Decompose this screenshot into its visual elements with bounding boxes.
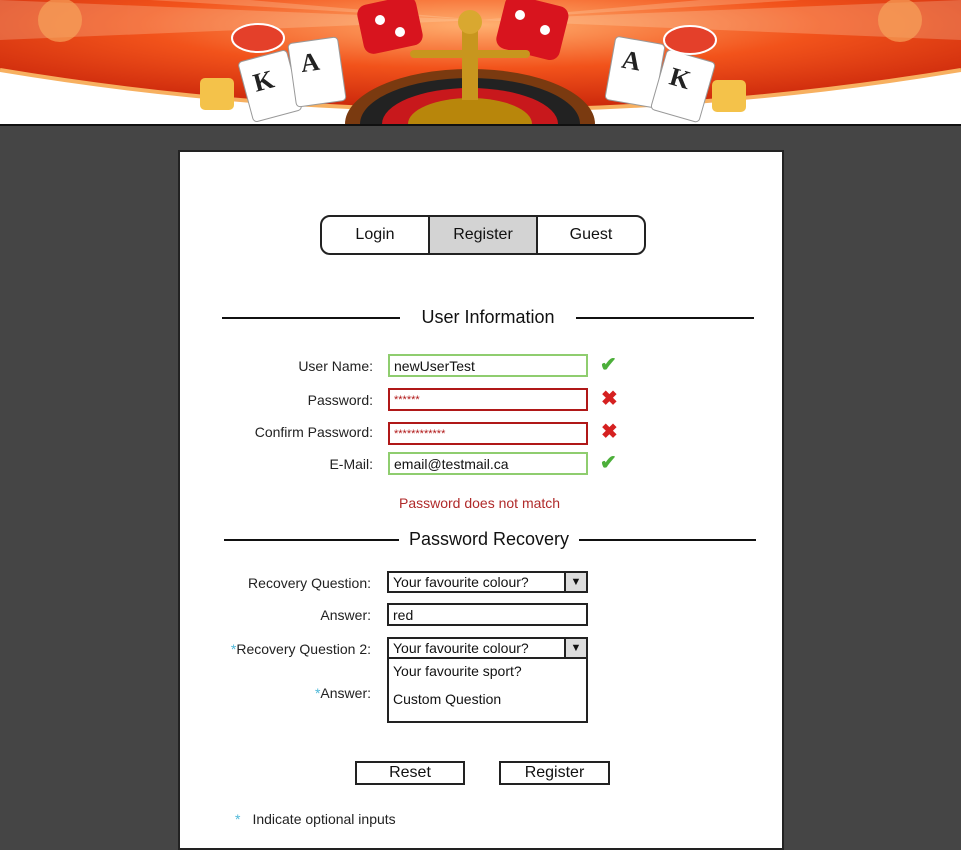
- email-label: E-Mail:: [329, 456, 373, 472]
- password-input[interactable]: [388, 388, 588, 411]
- recovery-question-2-select[interactable]: Your favourite colour? ▼: [387, 637, 588, 659]
- answer-input[interactable]: [387, 603, 588, 626]
- confirm-password-label: Confirm Password:: [254, 424, 373, 440]
- recovery-question-select[interactable]: Your favourite colour? ▼: [387, 571, 588, 593]
- section-divider-right: [576, 317, 754, 319]
- recovery-question-2-value: Your favourite colour?: [393, 640, 529, 656]
- password-label: Password:: [307, 392, 373, 408]
- section-divider-right: [579, 539, 756, 541]
- recovery-question-2-options: Your favourite sport? Custom Question: [387, 659, 588, 723]
- cross-icon: ✖: [601, 388, 618, 410]
- casino-banner-art: K A A K: [0, 0, 961, 124]
- recovery-question-value: Your favourite colour?: [393, 574, 529, 590]
- answer-2-text: Answer:: [320, 685, 371, 701]
- confirm-password-input[interactable]: [388, 422, 588, 445]
- answer-2-label: *Answer:: [220, 685, 371, 701]
- recovery-question-label: Recovery Question:: [248, 575, 371, 591]
- tab-guest[interactable]: Guest: [538, 217, 644, 253]
- register-button[interactable]: Register: [499, 761, 610, 785]
- section-title-user-information: User Information: [421, 307, 555, 327]
- check-icon: ✔: [600, 452, 617, 474]
- auth-tabs: Login Register Guest: [320, 215, 646, 255]
- register-panel: Login Register Guest User Information Us…: [178, 150, 784, 850]
- tab-login[interactable]: Login: [322, 217, 430, 253]
- triangle-down-icon[interactable]: ▼: [564, 573, 586, 591]
- casino-banner: K A A K: [0, 0, 961, 124]
- check-icon: ✔: [600, 354, 617, 376]
- recovery-question-2-label: *Recovery Question 2:: [220, 641, 371, 657]
- reset-button[interactable]: Reset: [355, 761, 465, 785]
- optional-note-text: Indicate optional inputs: [252, 811, 396, 827]
- option-favourite-sport[interactable]: Your favourite sport?: [389, 659, 586, 687]
- error-message: Password does not match: [399, 495, 561, 511]
- optional-star-icon: *: [235, 811, 241, 827]
- triangle-down-icon[interactable]: ▼: [564, 639, 586, 657]
- cross-icon: ✖: [601, 421, 618, 443]
- email-input[interactable]: [388, 452, 588, 475]
- option-custom-question[interactable]: Custom Question: [389, 687, 586, 715]
- optional-note: * Indicate optional inputs: [235, 811, 396, 827]
- recovery-question-2-text: Recovery Question 2:: [236, 641, 371, 657]
- section-divider-left: [222, 317, 400, 319]
- tab-register[interactable]: Register: [430, 217, 538, 253]
- username-input[interactable]: [388, 354, 588, 377]
- username-label: User Name:: [298, 358, 373, 374]
- answer-label: Answer:: [320, 607, 371, 623]
- section-divider-left: [224, 539, 399, 541]
- section-title-password-recovery: Password Recovery: [408, 529, 570, 549]
